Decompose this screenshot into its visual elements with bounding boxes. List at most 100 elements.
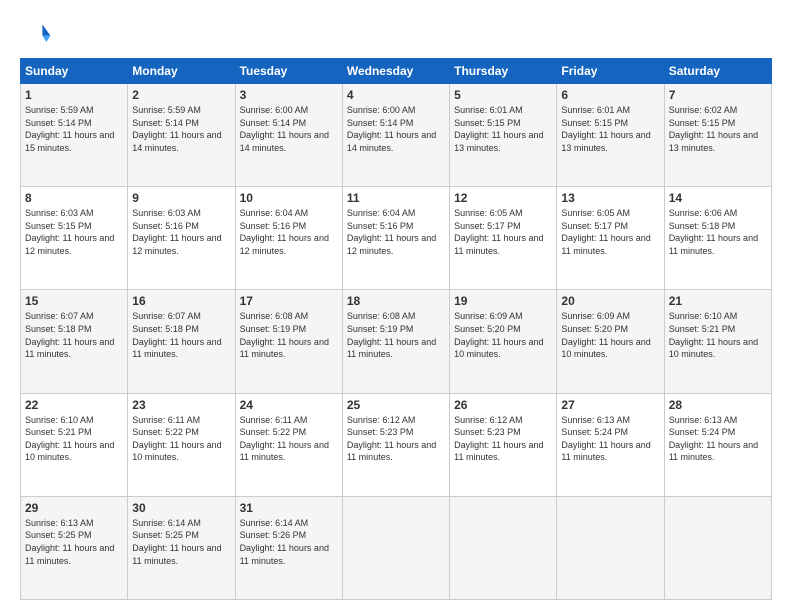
day-number: 13 (561, 191, 659, 205)
day-info: Sunrise: 6:07 AMSunset: 5:18 PMDaylight:… (132, 311, 221, 359)
calendar-cell: 31 Sunrise: 6:14 AMSunset: 5:26 PMDayligh… (235, 496, 342, 599)
calendar-cell: 8 Sunrise: 6:03 AMSunset: 5:15 PMDaylight… (21, 187, 128, 290)
weekday-header: Thursday (450, 59, 557, 84)
calendar-cell (664, 496, 771, 599)
day-info: Sunrise: 6:05 AMSunset: 5:17 PMDaylight:… (561, 208, 650, 256)
calendar-cell: 10Sunrise: 6:04 AMSunset: 5:16 PMDayligh… (235, 187, 342, 290)
calendar-cell: 23 Sunrise: 6:11 AMSunset: 5:22 PMDayligh… (128, 393, 235, 496)
calendar-cell: 6 Sunrise: 6:01 AMSunset: 5:15 PMDaylight… (557, 84, 664, 187)
weekday-header: Saturday (664, 59, 771, 84)
day-info: Sunrise: 6:13 AMSunset: 5:24 PMDaylight:… (669, 415, 758, 463)
calendar-cell: 1 Sunrise: 5:59 AMSunset: 5:14 PMDaylight… (21, 84, 128, 187)
calendar-cell: 13 Sunrise: 6:05 AMSunset: 5:17 PMDayligh… (557, 187, 664, 290)
day-number: 3 (240, 88, 338, 102)
calendar-cell: 29Sunrise: 6:13 AMSunset: 5:25 PMDayligh… (21, 496, 128, 599)
calendar-cell: 19 Sunrise: 6:09 AMSunset: 5:20 PMDayligh… (450, 290, 557, 393)
day-info: Sunrise: 6:01 AMSunset: 5:15 PMDaylight:… (454, 105, 543, 153)
day-info: Sunrise: 6:11 AMSunset: 5:22 PMDaylight:… (240, 415, 329, 463)
day-number: 8 (25, 191, 123, 205)
calendar-cell: 17Sunrise: 6:08 AMSunset: 5:19 PMDayligh… (235, 290, 342, 393)
day-number: 9 (132, 191, 230, 205)
day-number: 10 (240, 191, 338, 205)
day-info: Sunrise: 6:09 AMSunset: 5:20 PMDaylight:… (561, 311, 650, 359)
day-info: Sunrise: 6:04 AMSunset: 5:16 PMDaylight:… (347, 208, 436, 256)
day-number: 25 (347, 398, 445, 412)
calendar-cell: 27 Sunrise: 6:13 AMSunset: 5:24 PMDayligh… (557, 393, 664, 496)
day-info: Sunrise: 5:59 AMSunset: 5:14 PMDaylight:… (25, 105, 114, 153)
header (20, 18, 772, 50)
calendar-cell (450, 496, 557, 599)
calendar-cell: 21 Sunrise: 6:10 AMSunset: 5:21 PMDayligh… (664, 290, 771, 393)
day-info: Sunrise: 6:11 AMSunset: 5:22 PMDaylight:… (132, 415, 221, 463)
calendar-cell: 15 Sunrise: 6:07 AMSunset: 5:18 PMDayligh… (21, 290, 128, 393)
logo (20, 18, 56, 50)
day-number: 19 (454, 294, 552, 308)
day-info: Sunrise: 6:13 AMSunset: 5:24 PMDaylight:… (561, 415, 650, 463)
day-number: 1 (25, 88, 123, 102)
calendar-cell: 5 Sunrise: 6:01 AMSunset: 5:15 PMDaylight… (450, 84, 557, 187)
day-info: Sunrise: 6:09 AMSunset: 5:20 PMDaylight:… (454, 311, 543, 359)
day-number: 14 (669, 191, 767, 205)
day-number: 31 (240, 501, 338, 515)
day-info: Sunrise: 6:03 AMSunset: 5:16 PMDaylight:… (132, 208, 221, 256)
calendar: SundayMondayTuesdayWednesdayThursdayFrid… (20, 58, 772, 600)
day-info: Sunrise: 6:08 AMSunset: 5:19 PMDaylight:… (240, 311, 329, 359)
day-number: 18 (347, 294, 445, 308)
calendar-cell: 11 Sunrise: 6:04 AMSunset: 5:16 PMDayligh… (342, 187, 449, 290)
day-info: Sunrise: 6:14 AMSunset: 5:26 PMDaylight:… (240, 518, 329, 566)
calendar-cell: 2Sunrise: 5:59 AMSunset: 5:14 PMDaylight… (128, 84, 235, 187)
day-number: 5 (454, 88, 552, 102)
calendar-cell: 14 Sunrise: 6:06 AMSunset: 5:18 PMDayligh… (664, 187, 771, 290)
weekday-header: Friday (557, 59, 664, 84)
day-info: Sunrise: 5:59 AMSunset: 5:14 PMDaylight:… (132, 105, 221, 153)
day-info: Sunrise: 6:03 AMSunset: 5:15 PMDaylight:… (25, 208, 114, 256)
day-info: Sunrise: 6:10 AMSunset: 5:21 PMDaylight:… (25, 415, 114, 463)
calendar-week-row: 15 Sunrise: 6:07 AMSunset: 5:18 PMDayligh… (21, 290, 772, 393)
day-info: Sunrise: 6:12 AMSunset: 5:23 PMDaylight:… (454, 415, 543, 463)
calendar-cell: 26Sunrise: 6:12 AMSunset: 5:23 PMDayligh… (450, 393, 557, 496)
day-info: Sunrise: 6:08 AMSunset: 5:19 PMDaylight:… (347, 311, 436, 359)
day-info: Sunrise: 6:06 AMSunset: 5:18 PMDaylight:… (669, 208, 758, 256)
day-number: 22 (25, 398, 123, 412)
day-info: Sunrise: 6:12 AMSunset: 5:23 PMDaylight:… (347, 415, 436, 463)
weekday-header: Tuesday (235, 59, 342, 84)
calendar-cell: 9 Sunrise: 6:03 AMSunset: 5:16 PMDaylight… (128, 187, 235, 290)
day-info: Sunrise: 6:00 AMSunset: 5:14 PMDaylight:… (347, 105, 436, 153)
calendar-cell: 3 Sunrise: 6:00 AMSunset: 5:14 PMDaylight… (235, 84, 342, 187)
day-info: Sunrise: 6:14 AMSunset: 5:25 PMDaylight:… (132, 518, 221, 566)
day-info: Sunrise: 6:05 AMSunset: 5:17 PMDaylight:… (454, 208, 543, 256)
day-number: 15 (25, 294, 123, 308)
day-info: Sunrise: 6:10 AMSunset: 5:21 PMDaylight:… (669, 311, 758, 359)
calendar-week-row: 8 Sunrise: 6:03 AMSunset: 5:15 PMDaylight… (21, 187, 772, 290)
weekday-header: Sunday (21, 59, 128, 84)
calendar-cell: 25 Sunrise: 6:12 AMSunset: 5:23 PMDayligh… (342, 393, 449, 496)
day-number: 12 (454, 191, 552, 205)
calendar-cell: 12 Sunrise: 6:05 AMSunset: 5:17 PMDayligh… (450, 187, 557, 290)
calendar-cell: 20 Sunrise: 6:09 AMSunset: 5:20 PMDayligh… (557, 290, 664, 393)
day-number: 27 (561, 398, 659, 412)
day-info: Sunrise: 6:00 AMSunset: 5:14 PMDaylight:… (240, 105, 329, 153)
day-number: 6 (561, 88, 659, 102)
weekday-header: Wednesday (342, 59, 449, 84)
weekday-header-row: SundayMondayTuesdayWednesdayThursdayFrid… (21, 59, 772, 84)
calendar-cell: 7 Sunrise: 6:02 AMSunset: 5:15 PMDaylight… (664, 84, 771, 187)
calendar-cell: 30 Sunrise: 6:14 AMSunset: 5:25 PMDayligh… (128, 496, 235, 599)
day-number: 28 (669, 398, 767, 412)
calendar-cell: 22 Sunrise: 6:10 AMSunset: 5:21 PMDayligh… (21, 393, 128, 496)
day-info: Sunrise: 6:07 AMSunset: 5:18 PMDaylight:… (25, 311, 114, 359)
day-number: 20 (561, 294, 659, 308)
day-info: Sunrise: 6:01 AMSunset: 5:15 PMDaylight:… (561, 105, 650, 153)
day-number: 30 (132, 501, 230, 515)
page: SundayMondayTuesdayWednesdayThursdayFrid… (0, 0, 792, 612)
calendar-week-row: 29Sunrise: 6:13 AMSunset: 5:25 PMDayligh… (21, 496, 772, 599)
day-number: 16 (132, 294, 230, 308)
day-number: 23 (132, 398, 230, 412)
day-number: 7 (669, 88, 767, 102)
calendar-cell: 16 Sunrise: 6:07 AMSunset: 5:18 PMDayligh… (128, 290, 235, 393)
calendar-cell: 18 Sunrise: 6:08 AMSunset: 5:19 PMDayligh… (342, 290, 449, 393)
day-number: 11 (347, 191, 445, 205)
logo-icon (20, 18, 52, 50)
day-info: Sunrise: 6:02 AMSunset: 5:15 PMDaylight:… (669, 105, 758, 153)
calendar-cell: 24Sunrise: 6:11 AMSunset: 5:22 PMDayligh… (235, 393, 342, 496)
day-number: 21 (669, 294, 767, 308)
